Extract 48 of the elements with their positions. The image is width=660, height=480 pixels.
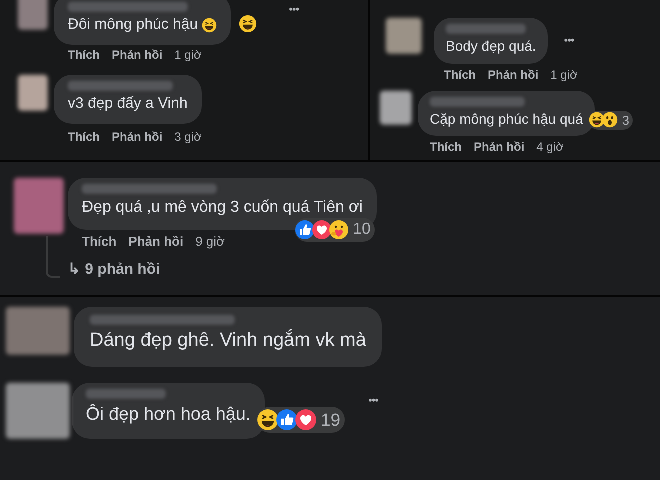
hugging-face-icon	[329, 220, 350, 240]
reply-link[interactable]: Phản hồi	[128, 234, 184, 249]
like-link[interactable]: Thích	[68, 48, 100, 63]
more-options-button[interactable]: •••	[564, 32, 574, 49]
laughing-face-icon	[256, 409, 279, 432]
laughing-face-icon	[202, 18, 218, 33]
reaction-count: 3	[622, 112, 630, 130]
laughing-face-icon	[589, 112, 606, 128]
thumbs-up-icon	[276, 409, 298, 432]
comment-time: 1 giờ	[174, 48, 202, 63]
comment-text: Ôi đẹp hơn hoa hậu.	[86, 402, 251, 426]
reaction-summary[interactable]: 3	[589, 110, 634, 130]
reaction-count: 10	[353, 220, 371, 240]
comment-time: 9 giờ	[196, 234, 226, 249]
like-link[interactable]: Thích	[82, 234, 117, 249]
comment-text: Dáng đẹp ghê. Vinh ngắm vk mà	[90, 329, 366, 353]
reaction-summary[interactable]: 10	[295, 218, 375, 242]
reaction-count: 19	[320, 408, 341, 432]
like-link[interactable]: Thích	[444, 68, 476, 82]
comment-text: Đẹp quá ,u mê vòng 3 cuốn quá Tiên ơi	[82, 198, 363, 218]
comment-time: 4 giờ	[536, 140, 564, 155]
reaction-summary[interactable]: 19	[256, 406, 345, 434]
thumbs-up-icon	[295, 220, 316, 240]
thread-line	[46, 236, 60, 278]
comment-text: v3 đẹp đấy a Vinh	[68, 94, 188, 114]
blurred-avatar	[18, 0, 48, 30]
blurred-avatar	[18, 74, 48, 111]
like-link[interactable]: Thích	[430, 140, 462, 155]
comment-time: 1 giờ	[550, 68, 578, 82]
blurred-avatar	[14, 178, 64, 234]
view-replies-link[interactable]: ↳ 9 phản hồi	[68, 259, 377, 282]
reply-link[interactable]: Phản hồi	[488, 68, 539, 82]
laughing-face-icon	[239, 14, 258, 33]
blurred-avatar	[6, 307, 70, 355]
reply-link[interactable]: Phản hồi	[474, 140, 525, 155]
more-options-button[interactable]: •••	[368, 392, 378, 410]
more-options-button[interactable]: •••	[289, 2, 299, 19]
comment-text: Đôi mông phúc hậu	[68, 16, 198, 35]
surprised-face-icon	[602, 112, 618, 128]
blurred-avatar	[386, 18, 422, 54]
blurred-avatar	[380, 90, 412, 124]
comment-text: Body đẹp quá.	[446, 38, 536, 56]
like-link[interactable]: Thích	[68, 130, 100, 144]
blurred-avatar	[6, 382, 70, 439]
comment-time: 3 giờ	[174, 130, 202, 144]
reply-link[interactable]: Phản hồi	[112, 48, 163, 63]
comment-text: Cặp mông phúc hậu quá	[430, 110, 584, 128]
reply-link[interactable]: Phản hồi	[112, 130, 163, 144]
